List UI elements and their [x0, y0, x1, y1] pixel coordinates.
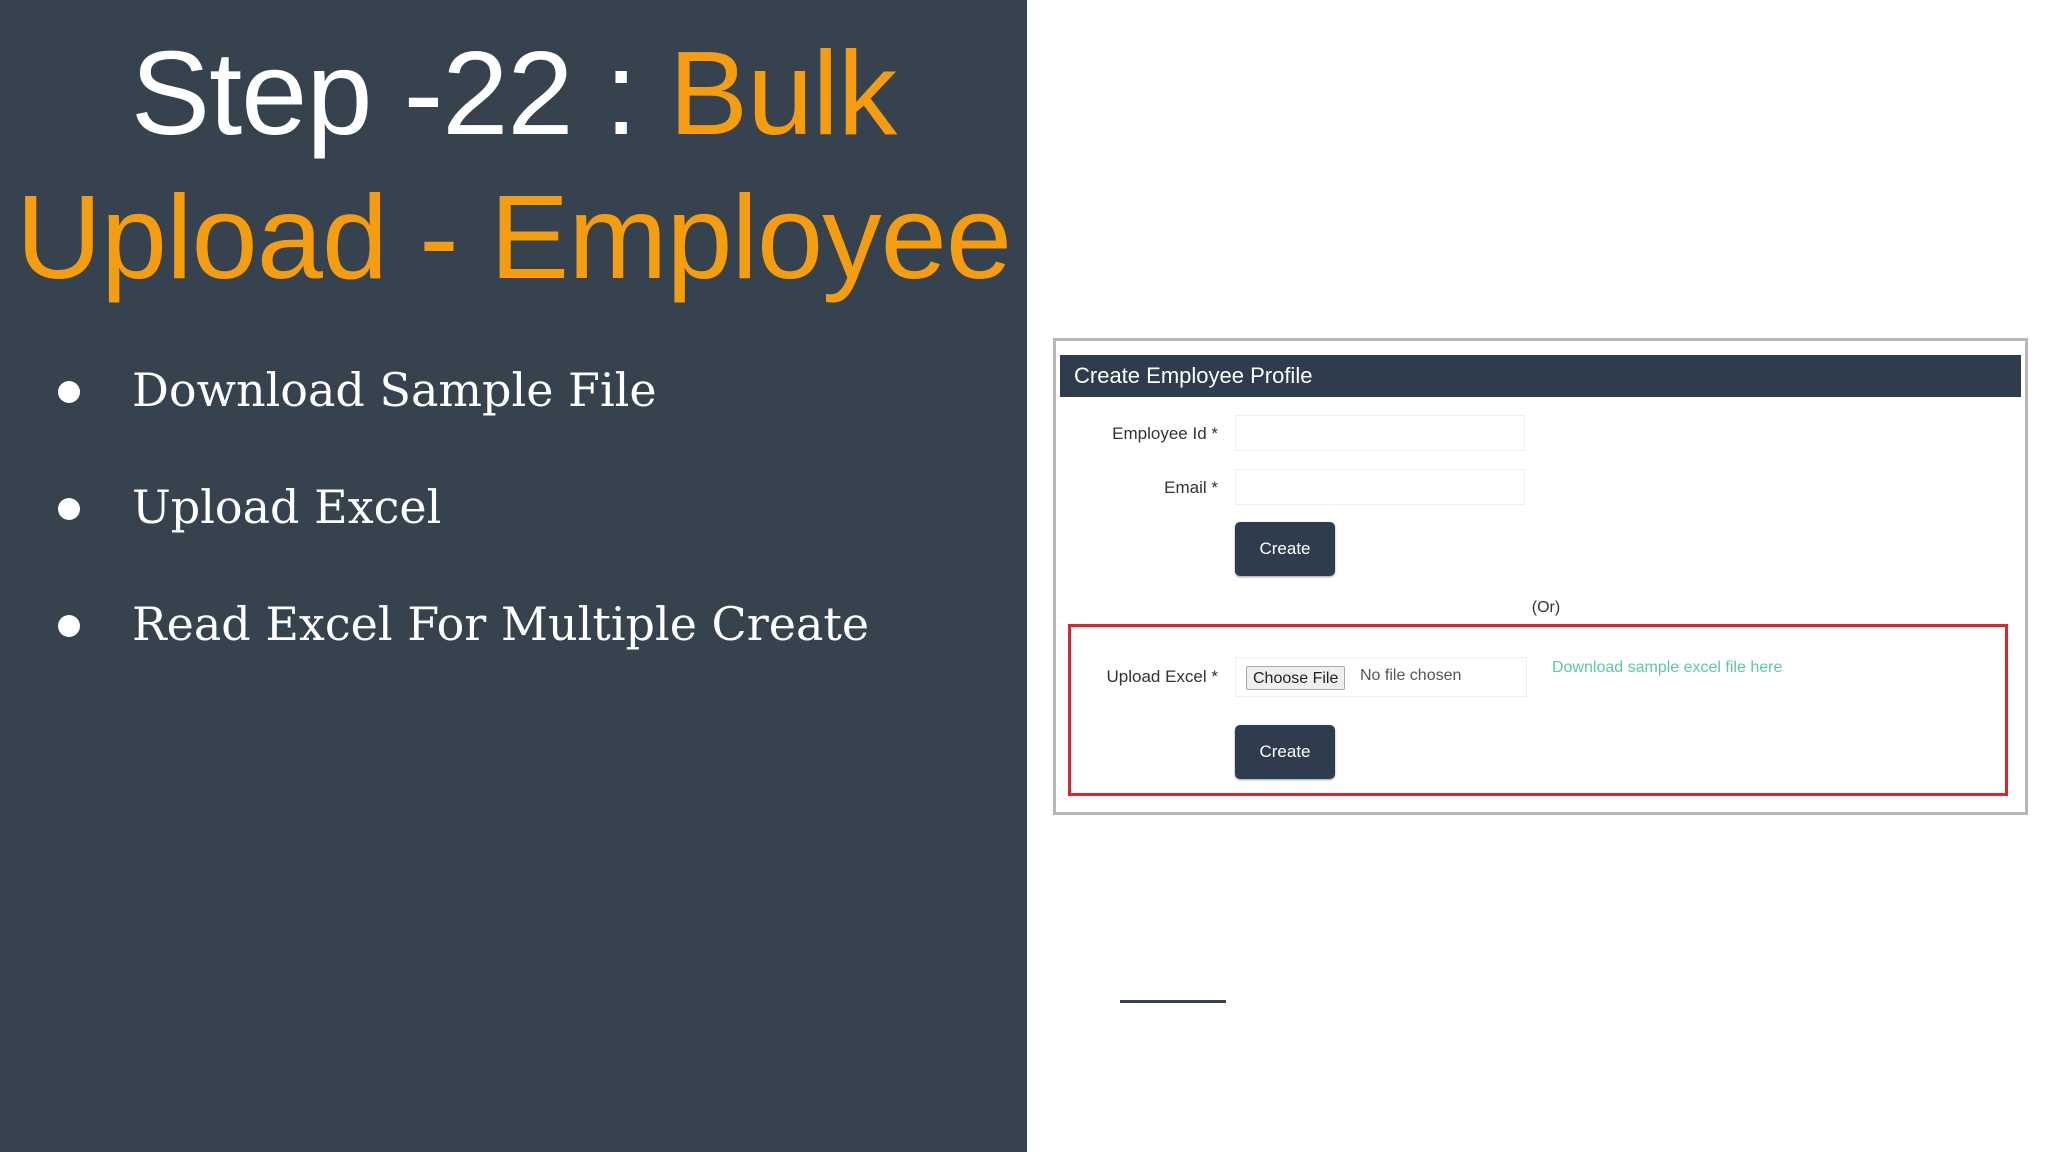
- upload-excel-label: Upload Excel *: [1106, 667, 1218, 686]
- bullet-item: Read Excel For Multiple Create: [52, 584, 869, 701]
- left-panel: Step -22 : Bulk Upload - Employee Downlo…: [0, 0, 1027, 1152]
- bullet-text: Read Excel For Multiple Create: [132, 597, 870, 651]
- employee-id-input[interactable]: [1235, 415, 1525, 451]
- bullet-text: Upload Excel: [132, 480, 442, 534]
- bullet-list: Download Sample File Upload Excel Read E…: [52, 350, 869, 701]
- upload-highlight-box: [1068, 624, 2008, 796]
- bullet-text: Download Sample File: [132, 363, 657, 417]
- bullet-item: Download Sample File: [52, 350, 869, 467]
- email-input[interactable]: [1235, 469, 1525, 505]
- bullet-dot-icon: [58, 498, 80, 520]
- create-button[interactable]: Create: [1235, 522, 1335, 576]
- choose-file-button[interactable]: Choose File: [1246, 666, 1346, 690]
- form-screenshot: Create Employee Profile Employee Id * Em…: [1053, 338, 2028, 815]
- download-sample-link[interactable]: Download sample excel file here: [1552, 659, 1782, 677]
- no-file-text: No file chosen: [1360, 667, 1462, 684]
- bullet-item: Upload Excel: [52, 467, 869, 584]
- bullet-dot-icon: [58, 615, 80, 637]
- email-label: Email *: [1164, 478, 1218, 497]
- slide-title: Step -22 : Bulk Upload - Employee: [0, 22, 1027, 310]
- bullet-dot-icon: [58, 381, 80, 403]
- upload-create-button[interactable]: Create: [1235, 725, 1335, 779]
- employee-id-label: Employee Id *: [1112, 424, 1218, 443]
- decorative-underline: [1120, 1000, 1226, 1003]
- title-prefix: Step -22 :: [130, 27, 669, 160]
- form-header: Create Employee Profile: [1060, 355, 2021, 397]
- file-input[interactable]: Choose File No file chosen: [1235, 657, 1527, 697]
- or-separator: (Or): [1531, 599, 1561, 616]
